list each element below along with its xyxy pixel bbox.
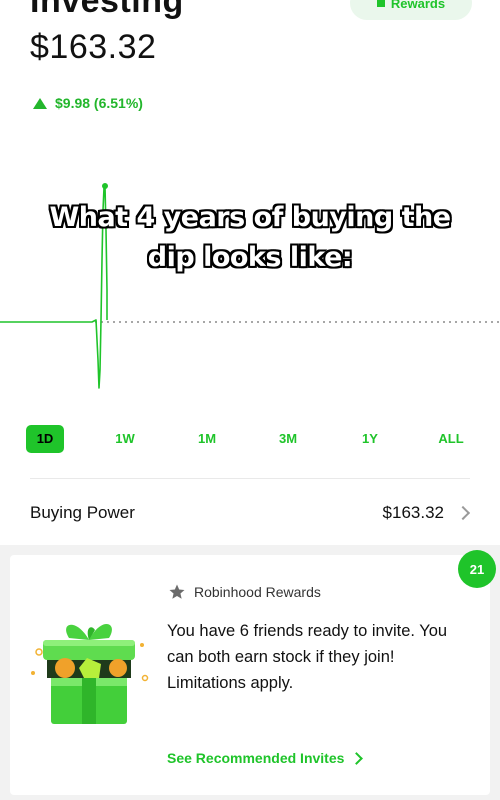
portfolio-change-value: $9.98 (6.51%) [55, 95, 143, 111]
range-1y[interactable]: 1Y [357, 425, 383, 453]
up-arrow-icon [33, 97, 47, 109]
range-1w[interactable]: 1W [112, 425, 138, 453]
star-icon [169, 584, 185, 599]
rewards-button[interactable]: Rewards [350, 0, 472, 20]
range-1m[interactable]: 1M [194, 425, 220, 453]
buying-power-value: $163.32 [382, 503, 444, 522]
gift-icon [376, 0, 385, 7]
time-range-selector: 1D 1W 1M 3M 1Y ALL [0, 425, 500, 455]
divider [30, 478, 470, 479]
rewards-heading-label: Robinhood Rewards [194, 584, 321, 600]
rewards-message: You have 6 friends ready to invite. You … [167, 622, 448, 692]
range-1d[interactable]: 1D [26, 425, 64, 453]
see-recommended-invites-link[interactable]: See Recommended Invites [167, 750, 364, 766]
buying-power-label: Buying Power [30, 503, 135, 522]
gift-box-illustration [31, 623, 149, 724]
chevron-right-icon [458, 507, 470, 519]
range-all[interactable]: ALL [435, 425, 467, 453]
range-3m[interactable]: 3M [275, 425, 301, 453]
notification-badge[interactable]: 21 [458, 550, 496, 588]
buying-power-row[interactable]: Buying Power $163.32 [30, 500, 470, 526]
chart-current-dot [102, 183, 108, 189]
overlay-caption-line-1: What 4 years of buying the [49, 202, 451, 233]
rewards-button-label: Rewards [390, 0, 446, 11]
portfolio-balance: $163.32 [30, 28, 157, 66]
page-title: Investing [30, 0, 184, 20]
overlay-caption-line-2: dip looks like: [147, 242, 353, 273]
cta-label: See Recommended Invites [167, 750, 345, 766]
portfolio-change: $9.98 (6.51%) [33, 95, 143, 111]
chevron-right-icon [350, 752, 364, 765]
overlay-caption: What 4 years of buying the dip looks lik… [0, 198, 500, 278]
rewards-heading: Robinhood Rewards [168, 583, 321, 601]
